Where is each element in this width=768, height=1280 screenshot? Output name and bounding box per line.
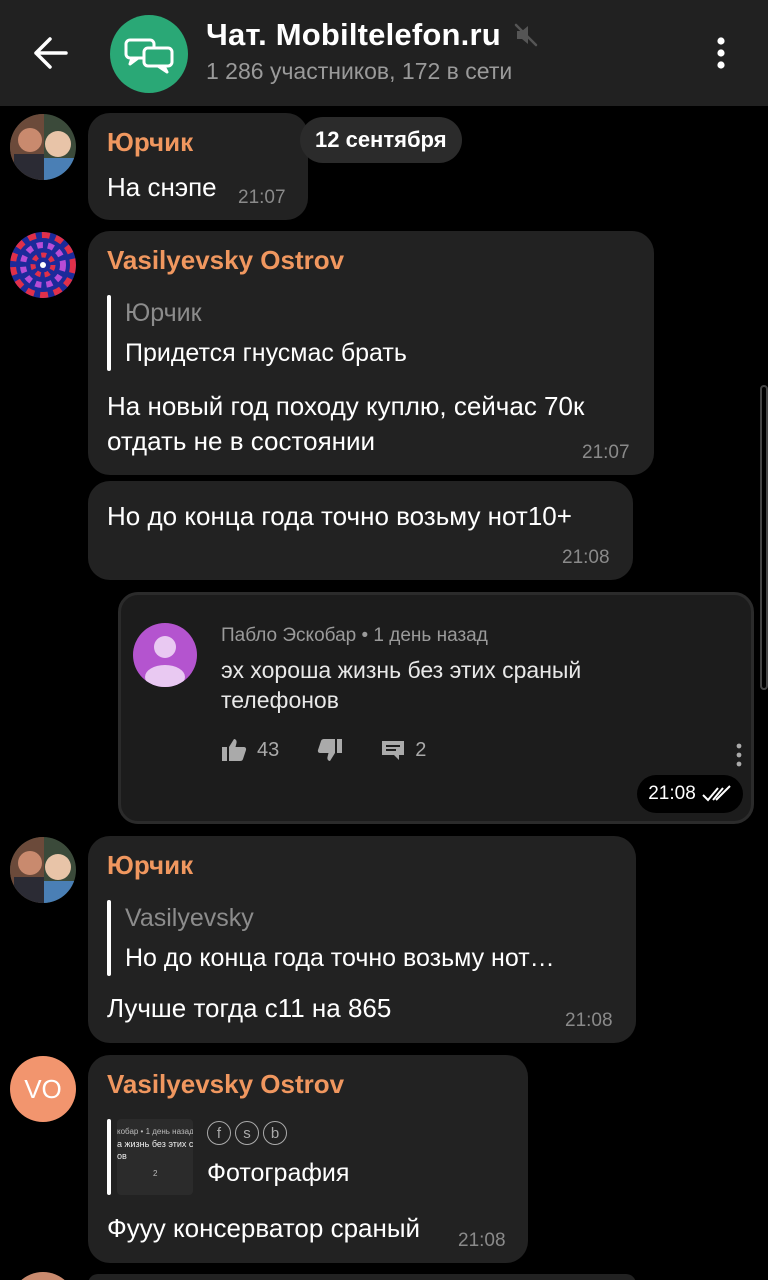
avatar-yurchik[interactable] [10,837,76,903]
avatar-vasilyevsky[interactable] [10,232,76,298]
thumbs-up-icon [222,739,247,761]
chat-title-row[interactable]: Чат. Mobiltelefon.ru [206,14,539,56]
photo-thumbnail: кобар • 1 день назад а жизнь без этих ср… [117,1119,193,1195]
dislike-action[interactable] [317,738,343,762]
message-time: 21:07 [582,442,630,463]
message-bubble[interactable]: Юрчик На снэпе 21:07 [88,113,308,220]
reply-text: Придется гнусмас брать [125,339,407,367]
chat-header: Чат. Mobiltelefon.ru 1 286 участников, 1… [0,0,768,106]
message-bubble[interactable]: Но до конца года точно возьму нот10+ 21:… [88,481,633,580]
avatar-next-message[interactable] [10,1272,76,1280]
chat-avatar[interactable] [110,15,188,93]
message-text: Фууу консерватор сраный [107,1213,421,1243]
message-time: 21:07 [238,187,286,208]
s-circle-icon: s [235,1121,259,1145]
thumbnail-text: ов [117,1151,127,1161]
back-arrow-icon[interactable] [22,30,78,76]
message-bubble[interactable]: Юрчик Vasilyevsky Но до конца года точно… [88,836,636,1043]
reply-bar [107,1119,111,1195]
comment-actions: 43 2 [221,738,464,762]
avatar-initials[interactable]: VO [10,1056,76,1122]
forwarded-comment-screenshot[interactable]: Пабло Эскобар • 1 день назад эх хороша ж… [118,592,754,824]
reply-quote[interactable]: Юрчик Придется гнусмас брать [107,295,607,371]
commenter-avatar [133,623,197,687]
comment-count: 2 [415,738,427,761]
message-author[interactable]: Юрчик [107,127,193,158]
message-time: 21:08 [458,1230,506,1251]
message-text: Лучше тогда с11 на 865 [107,993,392,1023]
avatar-yurchik[interactable] [10,114,76,180]
message-author[interactable]: Vasilyevsky Ostrov [107,1069,344,1100]
b-circle-icon: b [263,1121,287,1145]
message-bubble-partial[interactable] [88,1274,636,1280]
comment-icon [382,741,405,760]
like-action[interactable]: 43 [221,738,279,762]
message-bubble[interactable]: Vasilyevsky Ostrov Юрчик Придется гнусма… [88,231,654,475]
f-circle-icon: f [207,1121,231,1145]
reply-text: Но до конца года точно возьму нот… [125,944,555,972]
message-author[interactable]: Юрчик [107,850,193,881]
media-type-label: Фотография [207,1159,350,1187]
message-time: 21:08 [565,1010,613,1031]
message-text-line-1: На новый год походу куплю, сейчас 70к [107,391,585,421]
thumbnail-count: 2 [153,1169,158,1178]
message-time: 21:08 [648,783,696,804]
thumbs-down-icon [318,739,343,761]
muted-speaker-icon [514,23,538,47]
chat-title: Чат. Mobiltelefon.ru [206,17,501,52]
comment-text: эх хороша жизнь без этих сраный телефоно… [221,657,582,713]
reply-author: Юрчик [125,299,202,327]
more-vertical-icon[interactable] [706,32,736,74]
chat-members-status: 1 286 участников, 172 в сети [206,58,513,84]
reply-author: Vasilyevsky [125,904,254,932]
reply-bar [107,295,111,371]
like-count: 43 [257,738,280,761]
chat-bubbles-icon [124,38,174,74]
reply-action[interactable]: 2 [381,739,426,762]
message-author[interactable]: Vasilyevsky Ostrov [107,245,344,276]
media-reply-quote[interactable]: кобар • 1 день назад а жизнь без этих ср… [107,1119,507,1195]
reply-quote[interactable]: Vasilyevsky Но до конца года точно возьм… [107,900,617,976]
thumbnail-text: кобар • 1 день назад [117,1127,193,1136]
message-time: 21:08 [562,547,610,568]
double-check-icon [702,785,731,802]
fsb-icons: f s b [207,1121,287,1145]
date-separator: 12 сентября [300,117,462,163]
scroll-indicator[interactable] [760,385,768,690]
thumbnail-text: а жизнь без этих ср [117,1139,193,1149]
comment-meta: Пабло Эскобар • 1 день назад [221,625,488,646]
message-text: На снэпе [107,172,217,202]
message-bubble[interactable]: Vasilyevsky Ostrov кобар • 1 день назад … [88,1055,528,1263]
message-text-line-2: отдать не в состоянии [107,426,376,456]
reply-bar [107,900,111,976]
message-text: Но до конца года точно возьму нот10+ [107,501,572,531]
comment-more-icon[interactable] [733,743,745,767]
message-time-pill: 21:08 [637,775,743,813]
